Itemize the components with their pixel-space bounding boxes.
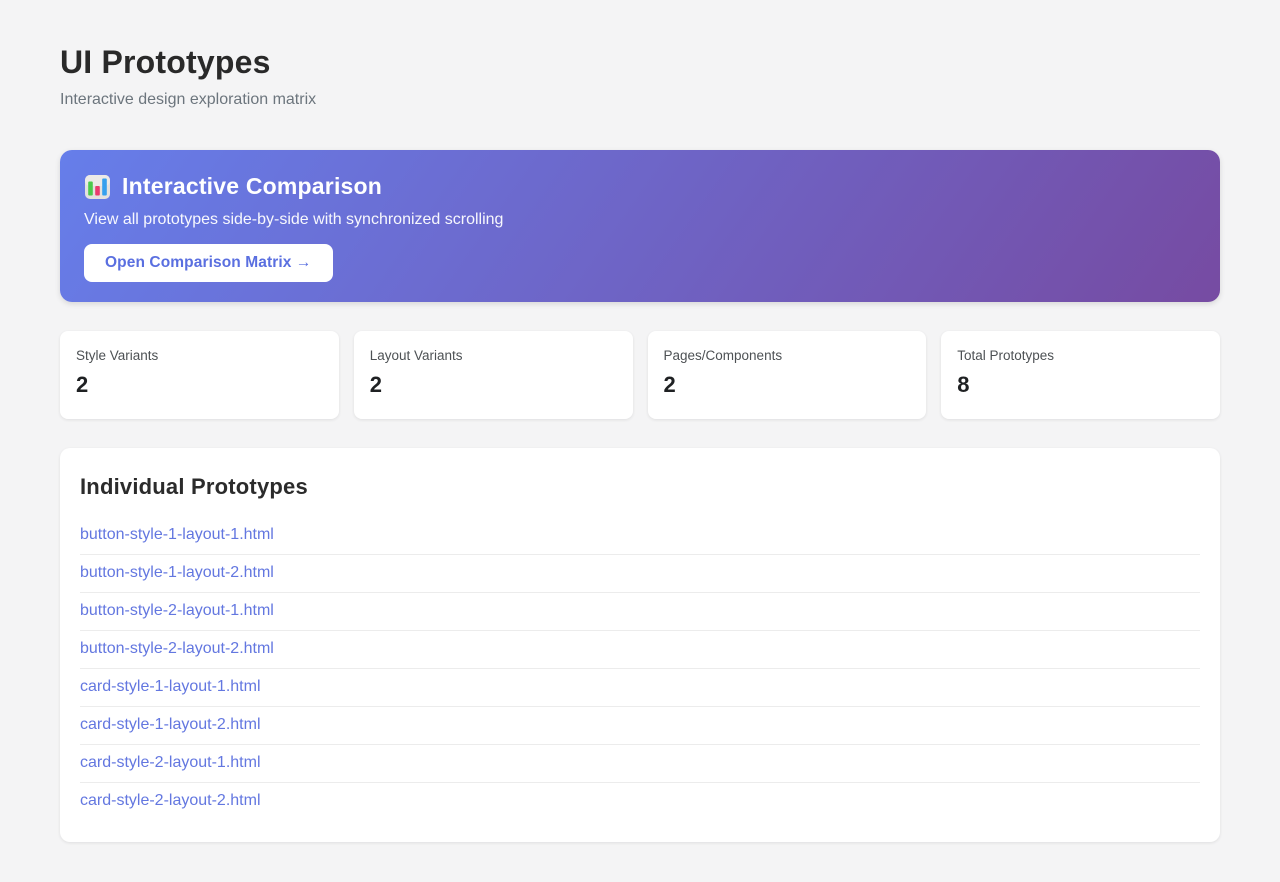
individual-prototypes-card: Individual Prototypes button-style-1-lay… (60, 448, 1220, 842)
stats-row: Style Variants 2 Layout Variants 2 Pages/Com… (60, 331, 1220, 419)
prototype-link[interactable]: card-style-1-layout-1.html (80, 678, 261, 695)
list-item: button-style-2-layout-1.html (80, 593, 1200, 631)
stat-card: Style Variants 2 (60, 331, 339, 419)
stat-label: Style Variants (76, 348, 159, 363)
prototype-link[interactable]: card-style-2-layout-2.html (80, 792, 261, 809)
prototype-link[interactable]: card-style-1-layout-2.html (80, 716, 261, 733)
stat-label: Total Prototypes (957, 348, 1055, 363)
stat-value: 8 (957, 372, 970, 397)
prototype-link[interactable]: button-style-2-layout-2.html (80, 640, 274, 657)
prototype-link[interactable]: button-style-1-layout-2.html (80, 564, 274, 581)
list-item: card-style-2-layout-2.html (80, 783, 1200, 820)
list-item: card-style-1-layout-1.html (80, 669, 1200, 707)
prototype-link[interactable]: button-style-2-layout-1.html (80, 602, 274, 619)
list-item: card-style-2-layout-1.html (80, 745, 1200, 783)
bar-chart-icon (84, 174, 111, 200)
list-item: button-style-1-layout-2.html (80, 555, 1200, 593)
prototype-link[interactable]: button-style-1-layout-1.html (80, 526, 274, 543)
stat-value: 2 (369, 372, 382, 397)
stat-card: Pages/Components 2 (647, 331, 927, 419)
list-item: card-style-1-layout-2.html (80, 707, 1200, 745)
banner-title-row: Interactive Comparison (84, 173, 1196, 200)
prototype-link[interactable]: card-style-2-layout-1.html (80, 754, 261, 771)
stat-value: 2 (663, 372, 676, 397)
list-item: button-style-2-layout-2.html (80, 631, 1200, 669)
page-container: UI Prototypes Interactive design explora… (60, 0, 1220, 882)
open-comparison-matrix-button[interactable]: Open Comparison Matrix → (84, 244, 333, 282)
list-item: button-style-1-layout-1.html (80, 517, 1200, 555)
prototype-list-heading: Individual Prototypes (80, 474, 308, 499)
stat-card: Layout Variants 2 (353, 331, 633, 419)
stat-card: Total Prototypes 8 (941, 331, 1220, 419)
page-title: UI Prototypes (60, 44, 271, 80)
prototype-list: button-style-1-layout-1.html button-style… (80, 517, 1200, 820)
page-subtitle: Interactive design exploration matrix (60, 91, 317, 108)
banner-description: View all prototypes side-by-side with sy… (84, 211, 504, 228)
stat-label: Layout Variants (369, 348, 463, 363)
stat-value: 2 (76, 372, 89, 397)
banner-title: Interactive Comparison (122, 173, 383, 199)
interactive-comparison-banner: Interactive Comparison View all prototyp… (60, 150, 1220, 302)
stat-label: Pages/Components (663, 348, 783, 363)
